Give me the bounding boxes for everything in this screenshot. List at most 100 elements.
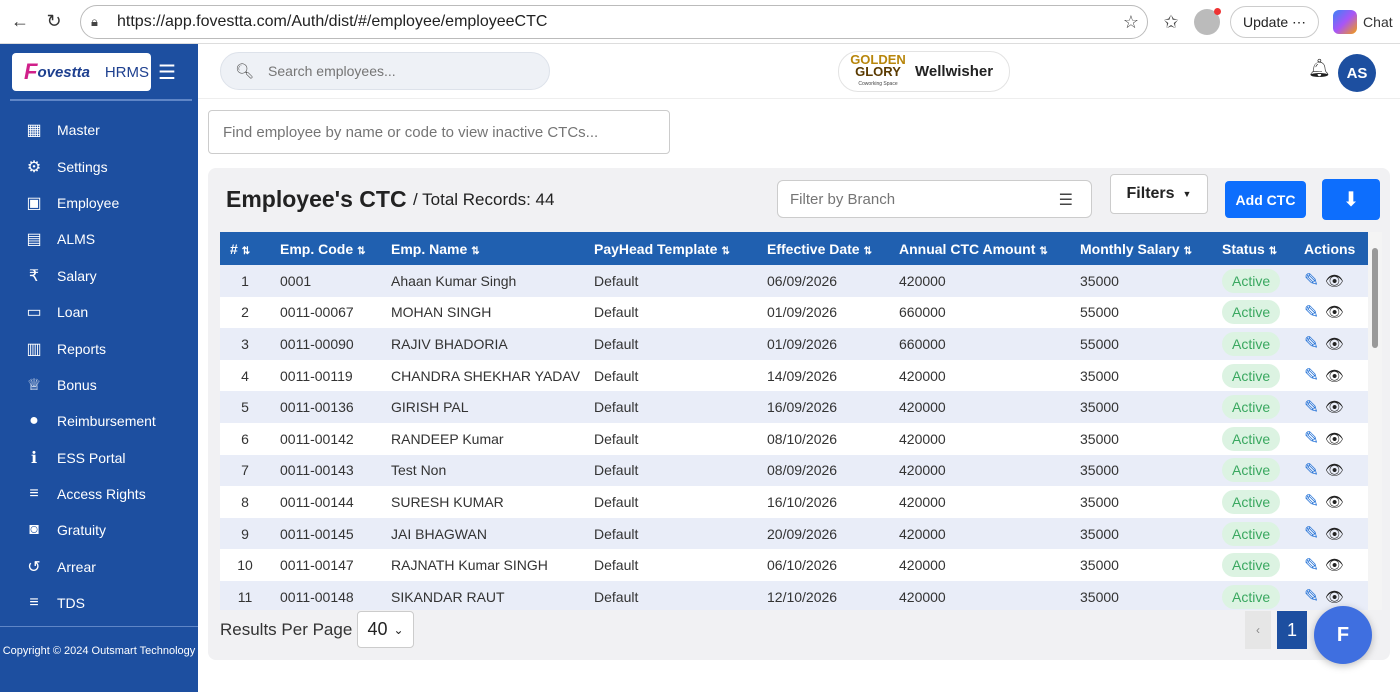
view-eye-icon[interactable]: 👁︎ [1325,303,1344,321]
edit-icon[interactable]: ✎ [1304,460,1319,481]
view-eye-icon[interactable]: 👁︎ [1325,525,1344,543]
edit-icon[interactable]: ✎ [1304,302,1319,323]
favorite-star-icon[interactable]: ☆ [1123,12,1139,33]
column-header-emp-code[interactable]: Emp. Code ⇅ [270,232,381,265]
notification-bell-icon[interactable]: 🔔︎ [1308,58,1331,79]
add-ctc-button[interactable]: Add CTC [1225,181,1306,218]
cell-actions: ✎ 👁︎ [1294,328,1370,360]
view-eye-icon[interactable]: 👁︎ [1325,556,1344,574]
view-eye-icon[interactable]: 👁︎ [1325,335,1344,353]
column-header-monthly-salary[interactable]: Monthly Salary ⇅ [1070,232,1212,265]
pagination-page-current[interactable]: 1 [1277,611,1307,649]
user-avatar[interactable]: AS [1338,54,1376,92]
results-per-page-label: Results Per Page [220,620,353,639]
favorites-icon[interactable]: ✩ [1158,9,1184,35]
table-row[interactable]: 11 0011-00148 SIKANDAR RAUT Default 12/10/20… [220,580,1370,610]
cell-payhead-template: Default [594,335,639,352]
sidebar-item-settings[interactable]: ⚙ Settings [0,148,198,184]
edit-icon[interactable]: ✎ [1304,523,1319,544]
edit-icon[interactable]: ✎ [1304,586,1319,607]
sidebar-item-loan[interactable]: ▭ Loan [0,294,198,330]
hamburger-menu-icon[interactable]: ☰ [158,60,176,85]
edit-icon[interactable]: ✎ [1304,555,1319,576]
table-row[interactable]: 2 0011-00067 MOHAN SINGH Default 01/09/2026 6… [220,296,1370,329]
org-logo-line3: Coworking Space [858,80,898,87]
sidebar-item-employee[interactable]: ▣ Employee [0,185,198,221]
edit-icon[interactable]: ✎ [1304,428,1319,449]
edit-icon[interactable]: ✎ [1304,491,1319,512]
cell-annual-ctc: 420000 [899,272,946,289]
sidebar-item-access-rights[interactable]: ≡ Access Rights [0,476,198,512]
branch-filter-input[interactable] [790,190,1040,208]
results-per-page-value: 40 [367,619,388,639]
organization-switcher[interactable]: GOLDEN GLORY Coworking Space Wellwisher [838,51,1010,92]
employee-search-input[interactable] [268,63,529,79]
table-row[interactable]: 7 0011-00143 Test Non Default 08/09/2026 4200… [220,454,1370,487]
table-row[interactable]: 8 0011-00144 SURESH KUMAR Default 16/10/2026… [220,486,1370,518]
view-eye-icon[interactable]: 👁︎ [1325,493,1344,511]
address-bar[interactable]: 🔒︎ https://app.fovestta.com/Auth/dist/#/… [80,5,1148,39]
sidebar-item-master[interactable]: ▦ Master [0,112,198,148]
column-header-emp-name[interactable]: Emp. Name ⇅ [381,232,584,265]
results-per-page-select[interactable]: 40 ⌄ [357,611,414,648]
employee-search[interactable]: 🔍︎ [220,52,550,90]
app-logo[interactable]: F ovestta HRMS [12,53,151,91]
column-label: PayHead Template [594,240,718,257]
table-row[interactable]: 4 0011-00119 CHANDRA SHEKHAR YADAV Default 1… [220,359,1370,392]
column-header-index[interactable]: # ⇅ [220,232,270,265]
sidebar-item-salary[interactable]: ₹ Salary [0,258,198,294]
download-button[interactable]: ⬇ [1322,179,1380,220]
table-row[interactable]: 5 0011-00136 GIRISH PAL Default 16/09/2026 42… [220,391,1370,423]
sidebar-item-arrear[interactable]: ↺ Arrear [0,549,198,585]
filters-dropdown[interactable]: Filters ▼ [1110,174,1208,214]
view-eye-icon[interactable]: 👁︎ [1325,367,1344,385]
edit-icon[interactable]: ✎ [1304,333,1319,354]
table-row[interactable]: 1 0001 Ahaan Kumar Singh Default 06/09/2026 4… [220,265,1370,297]
cell-row-index: 2 [241,304,249,321]
sidebar-item-reimbursement[interactable]: ● Reimbursement [0,403,198,439]
cell-status: Active [1212,581,1294,610]
sidebar-item-alms[interactable]: ▤ ALMS [0,221,198,257]
inactive-ctc-search[interactable] [208,110,670,154]
sidebar-item-ess-portal[interactable]: ℹ ESS Portal [0,440,198,476]
profile-avatar[interactable] [1194,8,1221,35]
column-header-payhead-template[interactable]: PayHead Template ⇅ [584,232,757,265]
sidebar-menu: ▦ Master ⚙ Settings ▣ Employee ▤ ALMS ₹ Salar… [0,112,198,621]
view-eye-icon[interactable]: 👁︎ [1325,588,1344,606]
pagination-prev[interactable]: ‹ [1245,611,1271,649]
table-row[interactable]: 3 0011-00090 RAJIV BHADORIA Default 01/09/20… [220,328,1370,360]
column-header-annual-ctc[interactable]: Annual CTC Amount ⇅ [889,232,1070,265]
cell-annual-ctc: 420000 [899,367,946,384]
sidebar-item-tds[interactable]: ≡ TDS [0,585,198,621]
table-row[interactable]: 6 0011-00142 RANDEEP Kumar Default 08/10/202… [220,422,1370,455]
back-icon[interactable]: ← [6,8,34,36]
sidebar-item-bonus[interactable]: ♕ Bonus [0,367,198,403]
branch-filter[interactable]: ☰ [777,180,1092,218]
table-scrollbar[interactable] [1368,232,1382,610]
reload-icon[interactable]: ↻ [40,8,68,36]
inactive-ctc-search-input[interactable] [223,123,653,141]
chat-button[interactable]: Chat [1333,10,1393,34]
edit-icon[interactable]: ✎ [1304,365,1319,386]
cell-emp-code: 0011-00090 [280,335,354,352]
column-header-effective-date[interactable]: Effective Date ⇅ [757,232,889,265]
table-row[interactable]: 9 0011-00145 JAI BHAGWAN Default 20/09/2026 4… [220,517,1370,550]
cell-payhead-template: Default [594,367,639,384]
table-row[interactable]: 10 0011-00147 RAJNATH Kumar SINGH Default 06… [220,549,1370,581]
floating-action-button[interactable]: F [1314,606,1372,664]
edit-icon[interactable]: ✎ [1304,270,1319,291]
sidebar-item-reports[interactable]: ▥ Reports [0,330,198,366]
view-eye-icon[interactable]: 👁︎ [1325,398,1344,416]
sidebar-item-label: Arrear [57,558,96,575]
scrollbar-thumb[interactable] [1372,248,1378,348]
view-eye-icon[interactable]: 👁︎ [1325,430,1344,448]
filters-label: Filters [1126,185,1175,202]
sort-icon: ⇅ [1183,245,1192,257]
view-eye-icon[interactable]: 👁︎ [1325,461,1344,479]
column-header-status[interactable]: Status ⇅ [1212,232,1294,265]
site-info-icon[interactable]: 🔒︎ [91,14,111,30]
update-button[interactable]: Update ⋯ [1230,6,1320,38]
edit-icon[interactable]: ✎ [1304,397,1319,418]
sidebar-item-gratuity[interactable]: ◙ Gratuity [0,512,198,548]
view-eye-icon[interactable]: 👁︎ [1325,272,1344,290]
